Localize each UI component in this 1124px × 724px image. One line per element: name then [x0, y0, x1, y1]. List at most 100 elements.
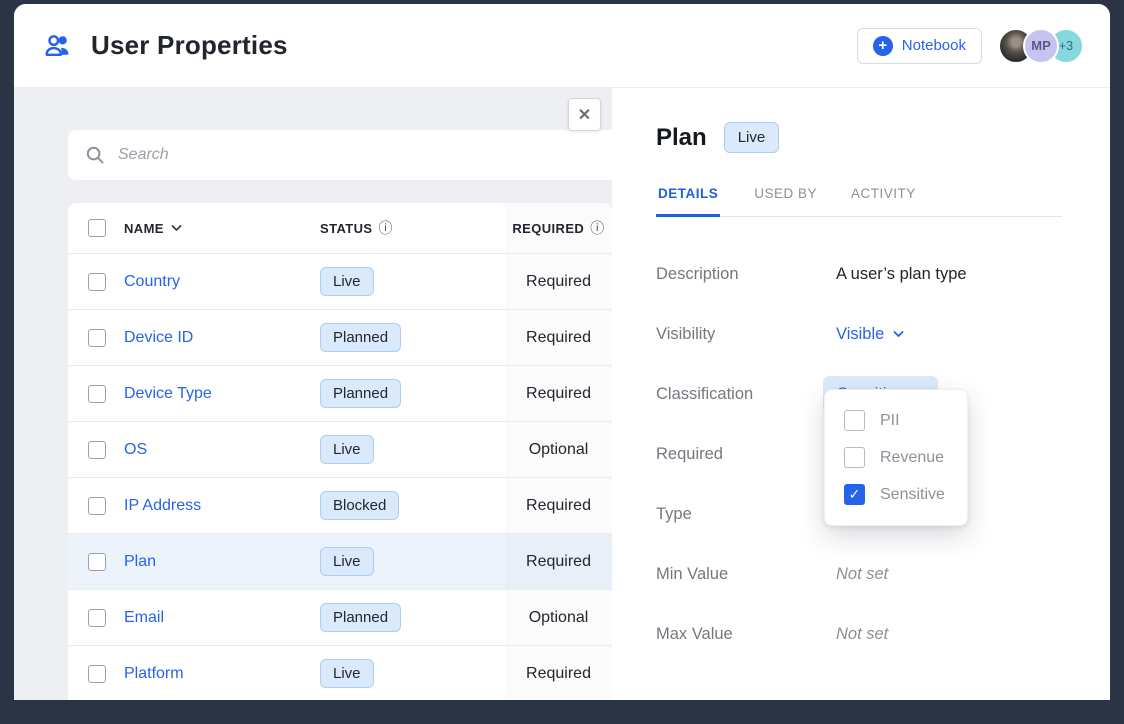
table-header-row: NAME STATUS ⓘ: [68, 203, 612, 253]
status-badge: Blocked: [320, 491, 399, 520]
table-row[interactable]: Device Type Planned Required: [68, 365, 612, 421]
row-checkbox[interactable]: [88, 273, 106, 291]
tab-used-by[interactable]: USED BY: [754, 176, 817, 216]
table-row[interactable]: Country Live Required: [68, 253, 612, 309]
property-name-link[interactable]: OS: [124, 441, 147, 459]
tab-details[interactable]: DETAILS: [656, 176, 720, 217]
property-name-link[interactable]: IP Address: [124, 497, 201, 515]
status-badge: Live: [320, 547, 374, 576]
required-value: Required: [505, 310, 612, 365]
field-label: Description: [656, 265, 836, 284]
field-visibility: Visibility Visible: [656, 304, 1110, 364]
field-label: Classification: [656, 385, 836, 404]
close-button[interactable]: ✕: [568, 98, 601, 131]
row-checkbox[interactable]: [88, 553, 106, 571]
dropdown-option[interactable]: Sensitive: [825, 476, 967, 513]
search-icon: [85, 145, 105, 165]
name-column-header: NAME: [124, 221, 164, 236]
row-checkbox[interactable]: [88, 329, 106, 347]
property-name-link[interactable]: Device ID: [124, 329, 193, 347]
property-name-link[interactable]: Device Type: [124, 385, 212, 403]
option-label: PII: [880, 412, 900, 430]
table-row[interactable]: Plan Live Required: [68, 533, 612, 589]
notebook-button-label: Notebook: [902, 37, 966, 54]
required-value: Optional: [505, 590, 612, 645]
property-name-link[interactable]: Platform: [124, 665, 184, 683]
name-column-sort[interactable]: NAME: [124, 221, 182, 236]
properties-table: NAME STATUS ⓘ: [68, 203, 612, 700]
option-checkbox[interactable]: [844, 410, 865, 431]
header-right: + Notebook MP +3: [857, 28, 1084, 64]
required-value: Optional: [505, 422, 612, 477]
users-icon: [42, 30, 73, 61]
description-value: A user’s plan type: [836, 265, 967, 284]
field-description: Description A user’s plan type: [656, 244, 1110, 304]
status-badge: Planned: [320, 379, 401, 408]
page-title: User Properties: [91, 30, 288, 61]
option-label: Revenue: [880, 449, 944, 467]
classification-dropdown-menu: PII Revenue Sensitive: [824, 389, 968, 526]
required-value: Required: [505, 366, 612, 421]
avatar-initials[interactable]: MP: [1023, 28, 1059, 64]
search-input[interactable]: [118, 146, 595, 164]
select-all-checkbox[interactable]: [88, 219, 106, 237]
table-row[interactable]: Platform Live Required: [68, 645, 612, 700]
status-badge: Live: [320, 659, 374, 688]
required-value: Required: [505, 646, 612, 700]
detail-status-badge: Live: [724, 122, 780, 153]
field-label: Visibility: [656, 325, 836, 344]
option-checkbox[interactable]: [844, 447, 865, 468]
visibility-value: Visible: [836, 325, 884, 344]
field-label: Type: [656, 505, 836, 524]
search-box: [68, 130, 612, 180]
status-badge: Planned: [320, 603, 401, 632]
row-checkbox[interactable]: [88, 609, 106, 627]
row-checkbox[interactable]: [88, 385, 106, 403]
required-value: Required: [505, 478, 612, 533]
field-label: Required: [656, 445, 836, 464]
app-header: User Properties + Notebook MP +3: [14, 4, 1110, 88]
field-max-value: Max Value Not set: [656, 604, 1110, 664]
properties-list-panel: ✕ NAME: [14, 88, 612, 700]
status-badge: Live: [320, 435, 374, 464]
table-row[interactable]: IP Address Blocked Required: [68, 477, 612, 533]
tab-activity[interactable]: ACTIVITY: [851, 176, 916, 216]
visibility-dropdown[interactable]: Visible: [836, 325, 904, 344]
status-badge: Planned: [320, 323, 401, 352]
table-row[interactable]: OS Live Optional: [68, 421, 612, 477]
chevron-down-icon: [893, 330, 904, 338]
plus-icon: +: [873, 36, 893, 56]
property-detail-panel: Plan Live DETAILS USED BY ACTIVITY Descr…: [612, 88, 1110, 700]
property-name-link[interactable]: Email: [124, 609, 164, 627]
required-info-icon[interactable]: ⓘ: [590, 221, 604, 235]
user-properties-window: User Properties + Notebook MP +3 ✕: [14, 4, 1110, 700]
status-badge: Live: [320, 267, 374, 296]
row-checkbox[interactable]: [88, 441, 106, 459]
close-icon: ✕: [578, 105, 591, 125]
option-checkbox[interactable]: [844, 484, 865, 505]
field-label: Max Value: [656, 625, 836, 644]
table-row[interactable]: Email Planned Optional: [68, 589, 612, 645]
status-info-icon[interactable]: ⓘ: [378, 221, 392, 235]
field-label: Min Value: [656, 565, 836, 584]
header-left: User Properties: [42, 30, 288, 61]
option-label: Sensitive: [880, 486, 945, 504]
min-value: Not set: [836, 565, 888, 584]
max-value: Not set: [836, 625, 888, 644]
required-value: Required: [505, 254, 612, 309]
property-name-link[interactable]: Country: [124, 273, 180, 291]
detail-title: Plan: [656, 124, 707, 152]
table-row[interactable]: Device ID Planned Required: [68, 309, 612, 365]
required-value: Required: [505, 534, 612, 589]
chevron-down-icon: [171, 224, 182, 232]
row-checkbox[interactable]: [88, 497, 106, 515]
notebook-button[interactable]: + Notebook: [857, 28, 982, 64]
row-checkbox[interactable]: [88, 665, 106, 683]
detail-tabs: DETAILS USED BY ACTIVITY: [656, 176, 1062, 217]
dropdown-option[interactable]: Revenue: [825, 439, 967, 476]
property-name-link[interactable]: Plan: [124, 553, 156, 571]
dropdown-option[interactable]: PII: [825, 402, 967, 439]
required-column-header: REQUIRED: [512, 221, 584, 236]
status-column-header: STATUS: [320, 221, 372, 236]
field-min-value: Min Value Not set: [656, 544, 1110, 604]
